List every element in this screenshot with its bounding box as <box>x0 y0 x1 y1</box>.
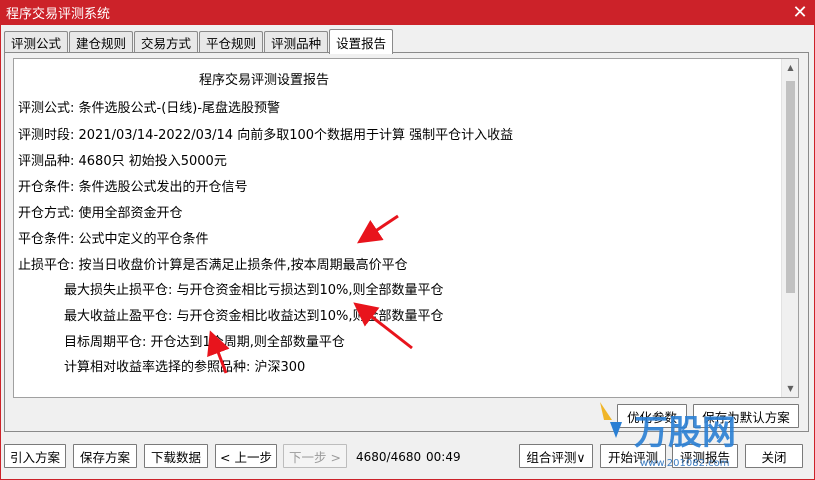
scroll-down-icon[interactable]: ▼ <box>782 380 798 397</box>
tab-bar: 评测公式 建仓规则 交易方式 平仓规则 评测品种 设置报告 <box>4 29 394 54</box>
vertical-scrollbar[interactable]: ▲ ▼ <box>781 59 798 397</box>
tab-close-rules[interactable]: 平仓规则 <box>199 31 264 53</box>
prev-step-button[interactable]: < 上一步 <box>215 444 277 468</box>
report-line: 平仓条件: 公式中定义的平仓条件 <box>18 232 209 247</box>
combo-eval-dropdown[interactable]: 组合评测∨ <box>519 444 593 468</box>
next-step-button[interactable]: 下一步 > <box>283 444 347 468</box>
scroll-up-icon[interactable]: ▲ <box>782 59 798 76</box>
report-line: 评测时段: 2021/03/14-2022/03/14 向前多取100个数据用于… <box>18 128 514 143</box>
window-title: 程序交易评测系统 <box>6 7 111 22</box>
watermark-url: www.201082.com <box>640 458 730 469</box>
report-line: 评测公式: 条件选股公式-(日线)-尾盘选股预警 <box>18 101 281 116</box>
tab-open-rules[interactable]: 建仓规则 <box>69 31 134 53</box>
import-plan-button[interactable]: 引入方案 <box>4 444 66 468</box>
tab-panel: 程序交易评测设置报告 评测公式: 条件选股公式-(日线)-尾盘选股预警 评测时段… <box>4 52 809 432</box>
report-line: 目标周期平仓: 开仓达到1个周期,则全部数量平仓 <box>64 335 345 350</box>
tab-trade-mode[interactable]: 交易方式 <box>134 31 199 53</box>
title-bar: 程序交易评测系统 ✕ <box>0 0 815 25</box>
tab-settings-report[interactable]: 设置报告 <box>329 29 394 54</box>
save-plan-button[interactable]: 保存方案 <box>73 444 137 468</box>
report-line: 最大损失止损平仓: 与开仓资金相比亏损达到10%,则全部数量平仓 <box>64 283 444 298</box>
report-line: 评测品种: 4680只 初始投入5000元 <box>18 154 227 169</box>
watermark-logo-icon <box>600 402 622 438</box>
progress-count: 4680/4680 <box>356 450 422 464</box>
report-textbox[interactable]: 程序交易评测设置报告 评测公式: 条件选股公式-(日线)-尾盘选股预警 评测时段… <box>13 58 799 398</box>
download-data-button[interactable]: 下载数据 <box>144 444 208 468</box>
scrollbar-thumb[interactable] <box>786 81 795 293</box>
close-icon[interactable]: ✕ <box>785 0 815 25</box>
report-line: 开仓方式: 使用全部资金开仓 <box>18 206 183 221</box>
watermark-brand: 万股网 <box>634 413 736 453</box>
report-line: 开仓条件: 条件选股公式发出的开仓信号 <box>18 180 248 195</box>
report-line: 止损平仓: 按当日收盘价计算是否满足止损条件,按本周期最高价平仓 <box>18 258 408 273</box>
tab-eval-variety[interactable]: 评测品种 <box>264 31 329 53</box>
close-button[interactable]: 关闭 <box>745 444 803 468</box>
tab-formula[interactable]: 评测公式 <box>4 31 69 53</box>
elapsed-time: 00:49 <box>426 450 461 464</box>
report-line: 计算相对收益率选择的参照品种: 沪深300 <box>64 360 306 375</box>
report-title: 程序交易评测设置报告 <box>198 73 329 88</box>
report-line: 最大收益止盈平仓: 与开仓资金相比收益达到10%,则全部数量平仓 <box>64 309 444 324</box>
